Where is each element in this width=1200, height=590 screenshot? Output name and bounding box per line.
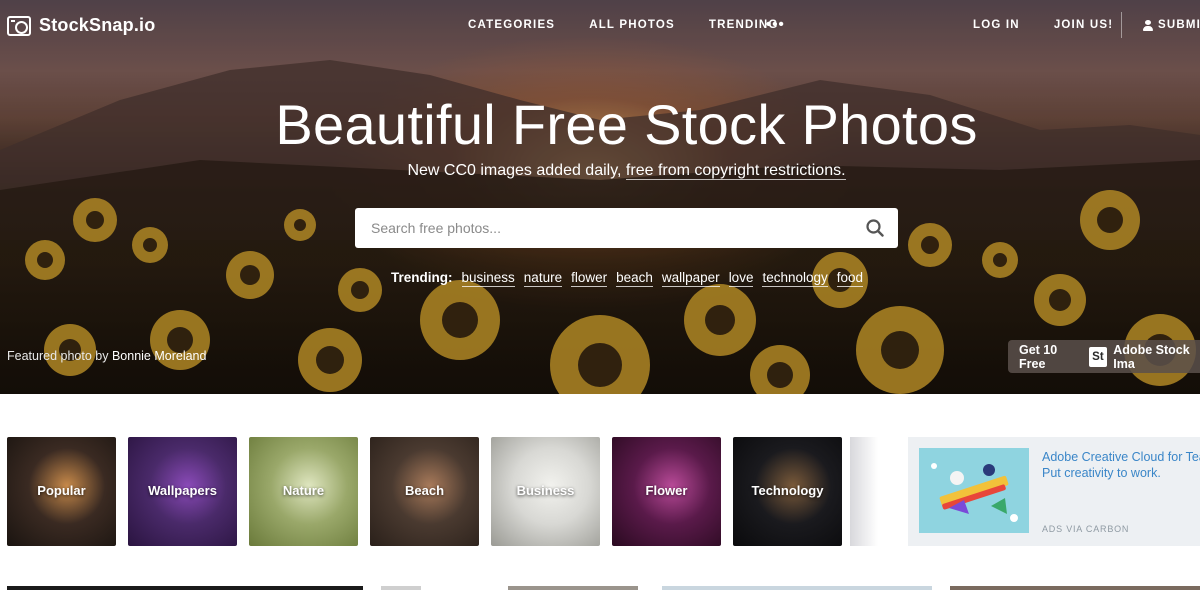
trending-tags: Trending: business nature flower beach w…	[391, 270, 864, 287]
submit-button[interactable]: SUBMIT	[1143, 19, 1200, 31]
join-link[interactable]: JOIN US!	[1054, 19, 1113, 31]
ad-text[interactable]: Adobe Creative Cloud for Tea Put creativ…	[1042, 449, 1200, 481]
nav-links: CATEGORIES ALL PHOTOS TRENDING	[468, 19, 779, 31]
camera-icon	[7, 15, 31, 36]
top-navigation: StockSnap.io CATEGORIES ALL PHOTOS TREND…	[0, 0, 1200, 52]
featured-label: Featured photo by	[7, 349, 109, 363]
search-icon[interactable]	[866, 219, 884, 237]
category-card-nature[interactable]: Nature	[249, 437, 358, 546]
more-menu-icon[interactable]: •••	[766, 16, 785, 33]
nav-account-links: LOG IN JOIN US!	[973, 19, 1113, 31]
category-card-flower[interactable]: Flower	[612, 437, 721, 546]
ad-tagline: Put creativity to work.	[1042, 466, 1161, 480]
submit-label: SUBMIT	[1158, 19, 1200, 31]
search-bar	[355, 208, 898, 248]
category-scroll-fade	[850, 437, 878, 546]
category-label: Technology	[751, 483, 824, 498]
category-label: Business	[516, 483, 575, 498]
photo-strip-1[interactable]	[7, 586, 363, 590]
featured-photo-credit: Featured photo by Bonnie Moreland	[7, 349, 206, 363]
copyright-link[interactable]: free from copyright restrictions.	[625, 162, 846, 180]
ad-footer[interactable]: ADS VIA CARBON	[1042, 524, 1129, 534]
ad-illustration	[919, 448, 1029, 533]
category-label: Flower	[645, 483, 688, 498]
category-card-beach[interactable]: Beach	[370, 437, 479, 546]
adobe-promo-prefix: Get 10 Free	[1019, 342, 1058, 371]
category-label: Wallpapers	[148, 483, 217, 498]
trending-tag[interactable]: technology	[762, 270, 828, 287]
trending-tag[interactable]: food	[836, 270, 864, 287]
trending-tag[interactable]: love	[728, 270, 754, 287]
hero-subtitle-text: New CC0 images added daily,	[407, 162, 626, 179]
category-label: Nature	[282, 483, 325, 498]
carbon-ad[interactable]: Adobe Creative Cloud for Tea Put creativ…	[908, 437, 1200, 546]
hero-subtitle: New CC0 images added daily, free from co…	[0, 162, 1200, 180]
trending-label: Trending:	[391, 270, 453, 285]
trending-tag[interactable]: flower	[571, 270, 608, 287]
category-card-technology[interactable]: Technology	[733, 437, 842, 546]
photo-strip-5[interactable]	[950, 586, 1200, 590]
photo-strip-4[interactable]	[662, 586, 932, 590]
login-link[interactable]: LOG IN	[973, 19, 1020, 31]
nav-link-all-photos[interactable]: ALL PHOTOS	[589, 19, 675, 31]
trending-tag[interactable]: nature	[523, 270, 563, 287]
adobe-promo-suffix: Adobe Stock Ima	[1113, 342, 1190, 371]
nav-divider	[1121, 12, 1122, 38]
hero-banner	[0, 0, 1200, 394]
featured-author-link[interactable]: Bonnie Moreland	[112, 349, 207, 363]
adobe-stock-promo[interactable]: Get 10 Free St Adobe Stock Ima	[1008, 340, 1200, 373]
trending-tag[interactable]: beach	[616, 270, 653, 287]
trending-tag[interactable]: wallpaper	[661, 270, 720, 287]
hero-shade	[0, 0, 1200, 394]
adobe-stock-icon: St	[1088, 346, 1108, 367]
logo[interactable]: StockSnap.io	[7, 15, 155, 36]
ad-headline: Adobe Creative Cloud for Tea	[1042, 450, 1200, 464]
category-card-popular[interactable]: Popular	[7, 437, 116, 546]
trending-tag[interactable]: business	[461, 270, 515, 287]
category-card-business[interactable]: Business	[491, 437, 600, 546]
category-card-wallpapers[interactable]: Wallpapers	[128, 437, 237, 546]
category-label: Popular	[37, 483, 86, 498]
category-cards: Popular Wallpapers Nature Beach Business…	[7, 437, 842, 546]
photo-strip-2[interactable]	[381, 586, 421, 590]
photo-strip-3[interactable]	[508, 586, 638, 590]
hero-title: Beautiful Free Stock Photos	[275, 93, 978, 156]
search-input[interactable]	[355, 208, 845, 248]
nav-link-categories[interactable]: CATEGORIES	[468, 19, 555, 31]
ad-image[interactable]	[919, 448, 1029, 533]
user-icon	[1143, 19, 1153, 31]
logo-text: StockSnap.io	[39, 15, 156, 35]
category-label: Beach	[404, 483, 445, 498]
